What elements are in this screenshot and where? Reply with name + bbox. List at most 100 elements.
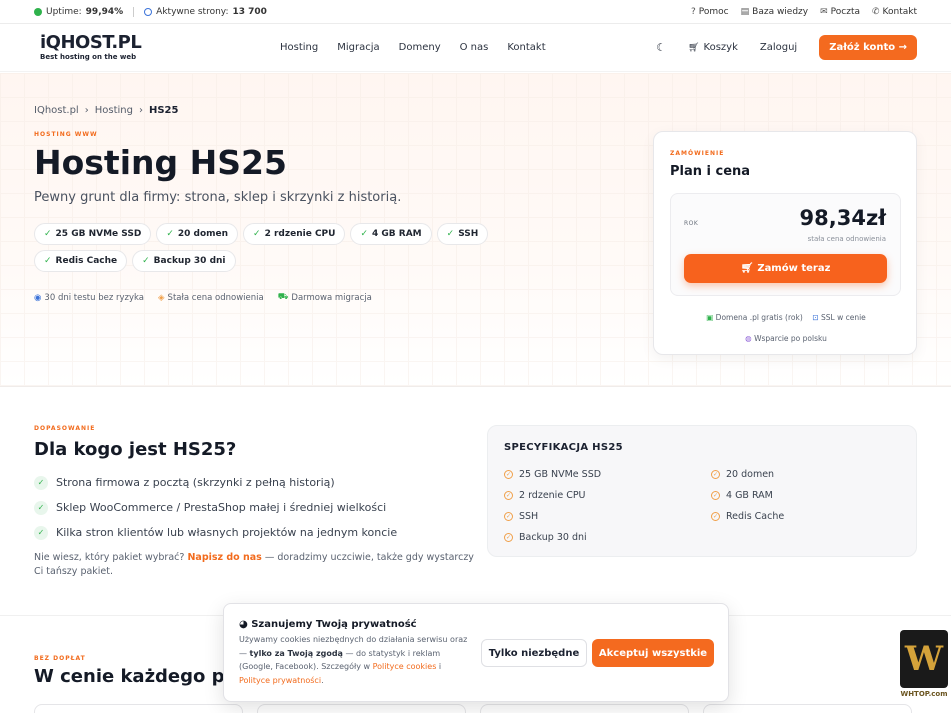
spec-label: Redis Cache bbox=[726, 511, 785, 522]
domain-extra-label: Domena .pl gratis (rok) bbox=[715, 313, 803, 322]
mail-link[interactable]: ✉ Poczta bbox=[820, 7, 860, 17]
feature-chip: ✓ 20 domen bbox=[156, 223, 239, 245]
cookie-text-part: i bbox=[438, 662, 442, 671]
signup-label: Załóż konto bbox=[829, 42, 896, 53]
list-item: ✓ Strona firmowa z pocztą (skrzynki z peł… bbox=[34, 470, 397, 495]
perk-migration: ⛟ Darmowa migracja bbox=[278, 292, 372, 303]
uptime-label: Uptime: bbox=[46, 6, 82, 17]
spec-title: SPECYFIKACJA HS25 bbox=[504, 442, 623, 453]
help-link-label: Pomoc bbox=[698, 6, 729, 17]
check-circle-icon: ✓ bbox=[504, 512, 513, 521]
sites-label: Aktywne strony: bbox=[156, 6, 229, 17]
truck-icon: ⛟ bbox=[277, 292, 289, 302]
check-icon: ✓ bbox=[142, 256, 150, 266]
use-case-list: ✓ Strona firmowa z pocztą (skrzynki z peł… bbox=[34, 470, 397, 545]
check-icon: ✓ bbox=[166, 229, 174, 239]
contact-link-label: Kontakt bbox=[882, 6, 917, 17]
check-circle-icon: ✓ bbox=[711, 470, 720, 479]
audience-eyebrow: DOPASOWANIE bbox=[34, 425, 96, 432]
watermark-text: WHTOP.com bbox=[900, 690, 948, 698]
breadcrumb: IQhost.pl › Hosting › HS25 bbox=[34, 105, 178, 116]
hero-perks: ◉ 30 dni testu bez ryzyka ◈ Stała cena odn… bbox=[34, 292, 372, 303]
mail-link-label: Poczta bbox=[830, 6, 860, 17]
perk-label: 30 dni testu bez ryzyka bbox=[44, 292, 144, 303]
billing-period: ROK bbox=[684, 220, 699, 227]
feature-chip-label: SSH bbox=[458, 229, 479, 239]
spec-item: ✓ SSH bbox=[504, 506, 711, 527]
accept-all-button[interactable]: Akceptuj wszystkie bbox=[592, 639, 714, 667]
contact-link[interactable]: ✆ Kontakt bbox=[872, 7, 917, 17]
price-note: stała cena odnowienia bbox=[807, 235, 886, 243]
nav-item-contact[interactable]: Kontakt bbox=[507, 42, 545, 53]
feature-chip-label: Backup 30 dni bbox=[153, 256, 226, 266]
breadcrumb-home[interactable]: IQhost.pl bbox=[34, 105, 79, 116]
nav-item-migration[interactable]: Migracja bbox=[337, 42, 379, 53]
uptime-stat: Uptime: 99,94% bbox=[34, 7, 123, 17]
logo[interactable]: iQHOST.PL Best hosting on the web bbox=[40, 32, 230, 62]
status-dot-icon bbox=[34, 7, 42, 16]
included-cards bbox=[34, 704, 912, 713]
nav-actions: ☾ 🛒︎ Koszyk Zaloguj Załóż konto → bbox=[656, 35, 917, 60]
nav-item-about[interactable]: O nas bbox=[460, 42, 489, 53]
knowledge-base-link[interactable]: ▤ Baza wiedzy bbox=[741, 7, 808, 17]
perk-label: Darmowa migracja bbox=[291, 292, 372, 303]
help-link[interactable]: ? Pomoc bbox=[691, 7, 729, 17]
price-amount: 98,34zł bbox=[799, 206, 886, 230]
audience-section: DOPASOWANIE Dla kogo jest HS25? ✓ Strona … bbox=[0, 387, 951, 616]
signup-button[interactable]: Załóż konto → bbox=[819, 35, 917, 60]
login-link[interactable]: Zaloguj bbox=[760, 42, 797, 53]
nav-item-domains[interactable]: Domeny bbox=[399, 42, 441, 53]
included-card bbox=[703, 704, 912, 713]
logo-tagline: Best hosting on the web bbox=[40, 53, 137, 61]
spec-label: SSH bbox=[519, 511, 539, 522]
active-sites-stat: Aktywne strony: 13 700 bbox=[144, 7, 267, 17]
mail-icon: ✉ bbox=[820, 6, 828, 17]
hero-section: IQhost.pl › Hosting › HS25 HOSTING WWW H… bbox=[0, 73, 951, 387]
audience-title: Dla kogo jest HS25? bbox=[34, 439, 237, 460]
check-icon: ✓ bbox=[44, 229, 52, 239]
plan-card: ZAMÓWIENIE Plan i cena ROK 98,34zł stała… bbox=[653, 131, 917, 355]
check-icon: ✓ bbox=[253, 229, 261, 239]
nav-item-hosting[interactable]: Hosting bbox=[280, 42, 318, 53]
cart-link[interactable]: 🛒︎ Koszyk bbox=[688, 42, 738, 53]
phone-icon: ✆ bbox=[872, 6, 880, 17]
included-eyebrow: BEZ DOPŁAT bbox=[34, 655, 86, 662]
main-nav: iQHOST.PL Best hosting on the web Hostin… bbox=[0, 24, 951, 72]
spec-label: 2 rdzenie CPU bbox=[519, 490, 586, 501]
order-button[interactable]: 🛒︎ Zamów teraz bbox=[684, 254, 887, 283]
breadcrumb-current: HS25 bbox=[148, 105, 179, 116]
help-icon: ? bbox=[691, 6, 696, 17]
dark-mode-moon-icon[interactable]: ☾ bbox=[656, 41, 666, 54]
spec-card: SPECYFIKACJA HS25 ✓ 25 GB NVMe SSD ✓ 20 do… bbox=[487, 425, 917, 557]
necessary-only-button[interactable]: Tylko niezbędne bbox=[481, 639, 587, 667]
cookie-banner: ◕ Szanujemy Twoją prywatność Używamy coo… bbox=[223, 603, 729, 702]
feature-chip: ✓ 4 GB RAM bbox=[350, 223, 432, 245]
lock-icon: ⊡ bbox=[812, 313, 819, 322]
cookie-title-label: Szanujemy Twoją prywatność bbox=[251, 619, 417, 630]
spec-item: ✓ 2 rdzenie CPU bbox=[504, 485, 711, 506]
domain-extra: ▣ Domena .pl gratis (rok) bbox=[706, 313, 803, 322]
use-case-label: Strona firmowa z pocztą (skrzynki z pełn… bbox=[56, 476, 335, 489]
feature-chip-label: 4 GB RAM bbox=[372, 229, 422, 239]
privacy-policy-link[interactable]: Polityce prywatności bbox=[239, 676, 321, 685]
advice-text: Nie wiesz, który pakiet wybrać? Napisz d… bbox=[34, 551, 474, 579]
cookie-policy-link[interactable]: Polityce cookies bbox=[373, 662, 437, 671]
breadcrumb-section[interactable]: Hosting bbox=[95, 105, 133, 116]
headset-icon: ◍ bbox=[745, 334, 752, 343]
spec-item: ✓ 25 GB NVMe SSD bbox=[504, 464, 711, 485]
list-item: ✓ Kilka stron klientów lub własnych proje… bbox=[34, 520, 397, 545]
tag-icon: ◈ bbox=[158, 292, 165, 303]
cart-label: Koszyk bbox=[703, 42, 738, 53]
check-circle-icon: ✓ bbox=[504, 491, 513, 500]
cookie-text-part: . bbox=[321, 675, 324, 685]
feature-chip-label: 2 rdzenie CPU bbox=[264, 229, 336, 239]
divider bbox=[133, 6, 135, 17]
spec-label: Backup 30 dni bbox=[519, 532, 587, 543]
perk-label: Stała cena odnowienia bbox=[167, 292, 264, 303]
logo-text: iQHOST.PL bbox=[40, 32, 142, 53]
included-card bbox=[480, 704, 689, 713]
contact-us-link[interactable]: Napisz do nas bbox=[187, 552, 261, 563]
globe-icon bbox=[144, 7, 153, 16]
book-icon: ▤ bbox=[740, 6, 750, 17]
chevron-right-icon: › bbox=[84, 105, 89, 116]
